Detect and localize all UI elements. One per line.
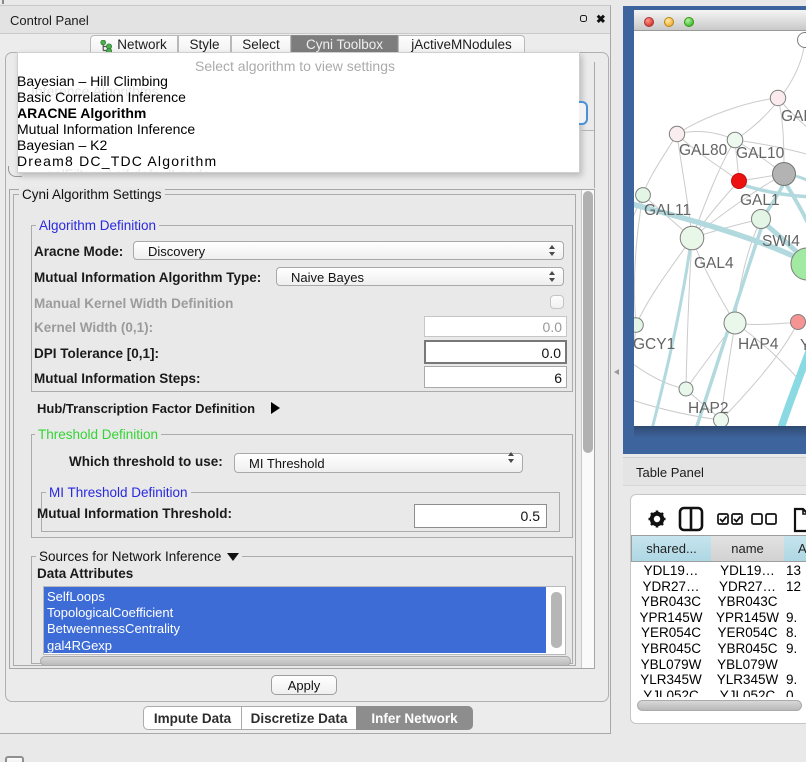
svg-text:HAP2: HAP2 — [688, 400, 729, 417]
svg-text:Y: Y — [800, 337, 806, 354]
svg-text:GAL10: GAL10 — [736, 145, 785, 162]
svg-text:HAP4: HAP4 — [738, 336, 779, 353]
svg-text:GAL4: GAL4 — [694, 255, 734, 272]
svg-text:SWI4: SWI4 — [762, 233, 800, 250]
svg-text:GCY1: GCY1 — [634, 336, 675, 353]
svg-text:GAL11: GAL11 — [644, 202, 691, 219]
svg-text:GAL1: GAL1 — [740, 192, 780, 209]
svg-text:GAL7: GAL7 — [781, 108, 806, 125]
svg-text:GAL80: GAL80 — [679, 142, 728, 159]
